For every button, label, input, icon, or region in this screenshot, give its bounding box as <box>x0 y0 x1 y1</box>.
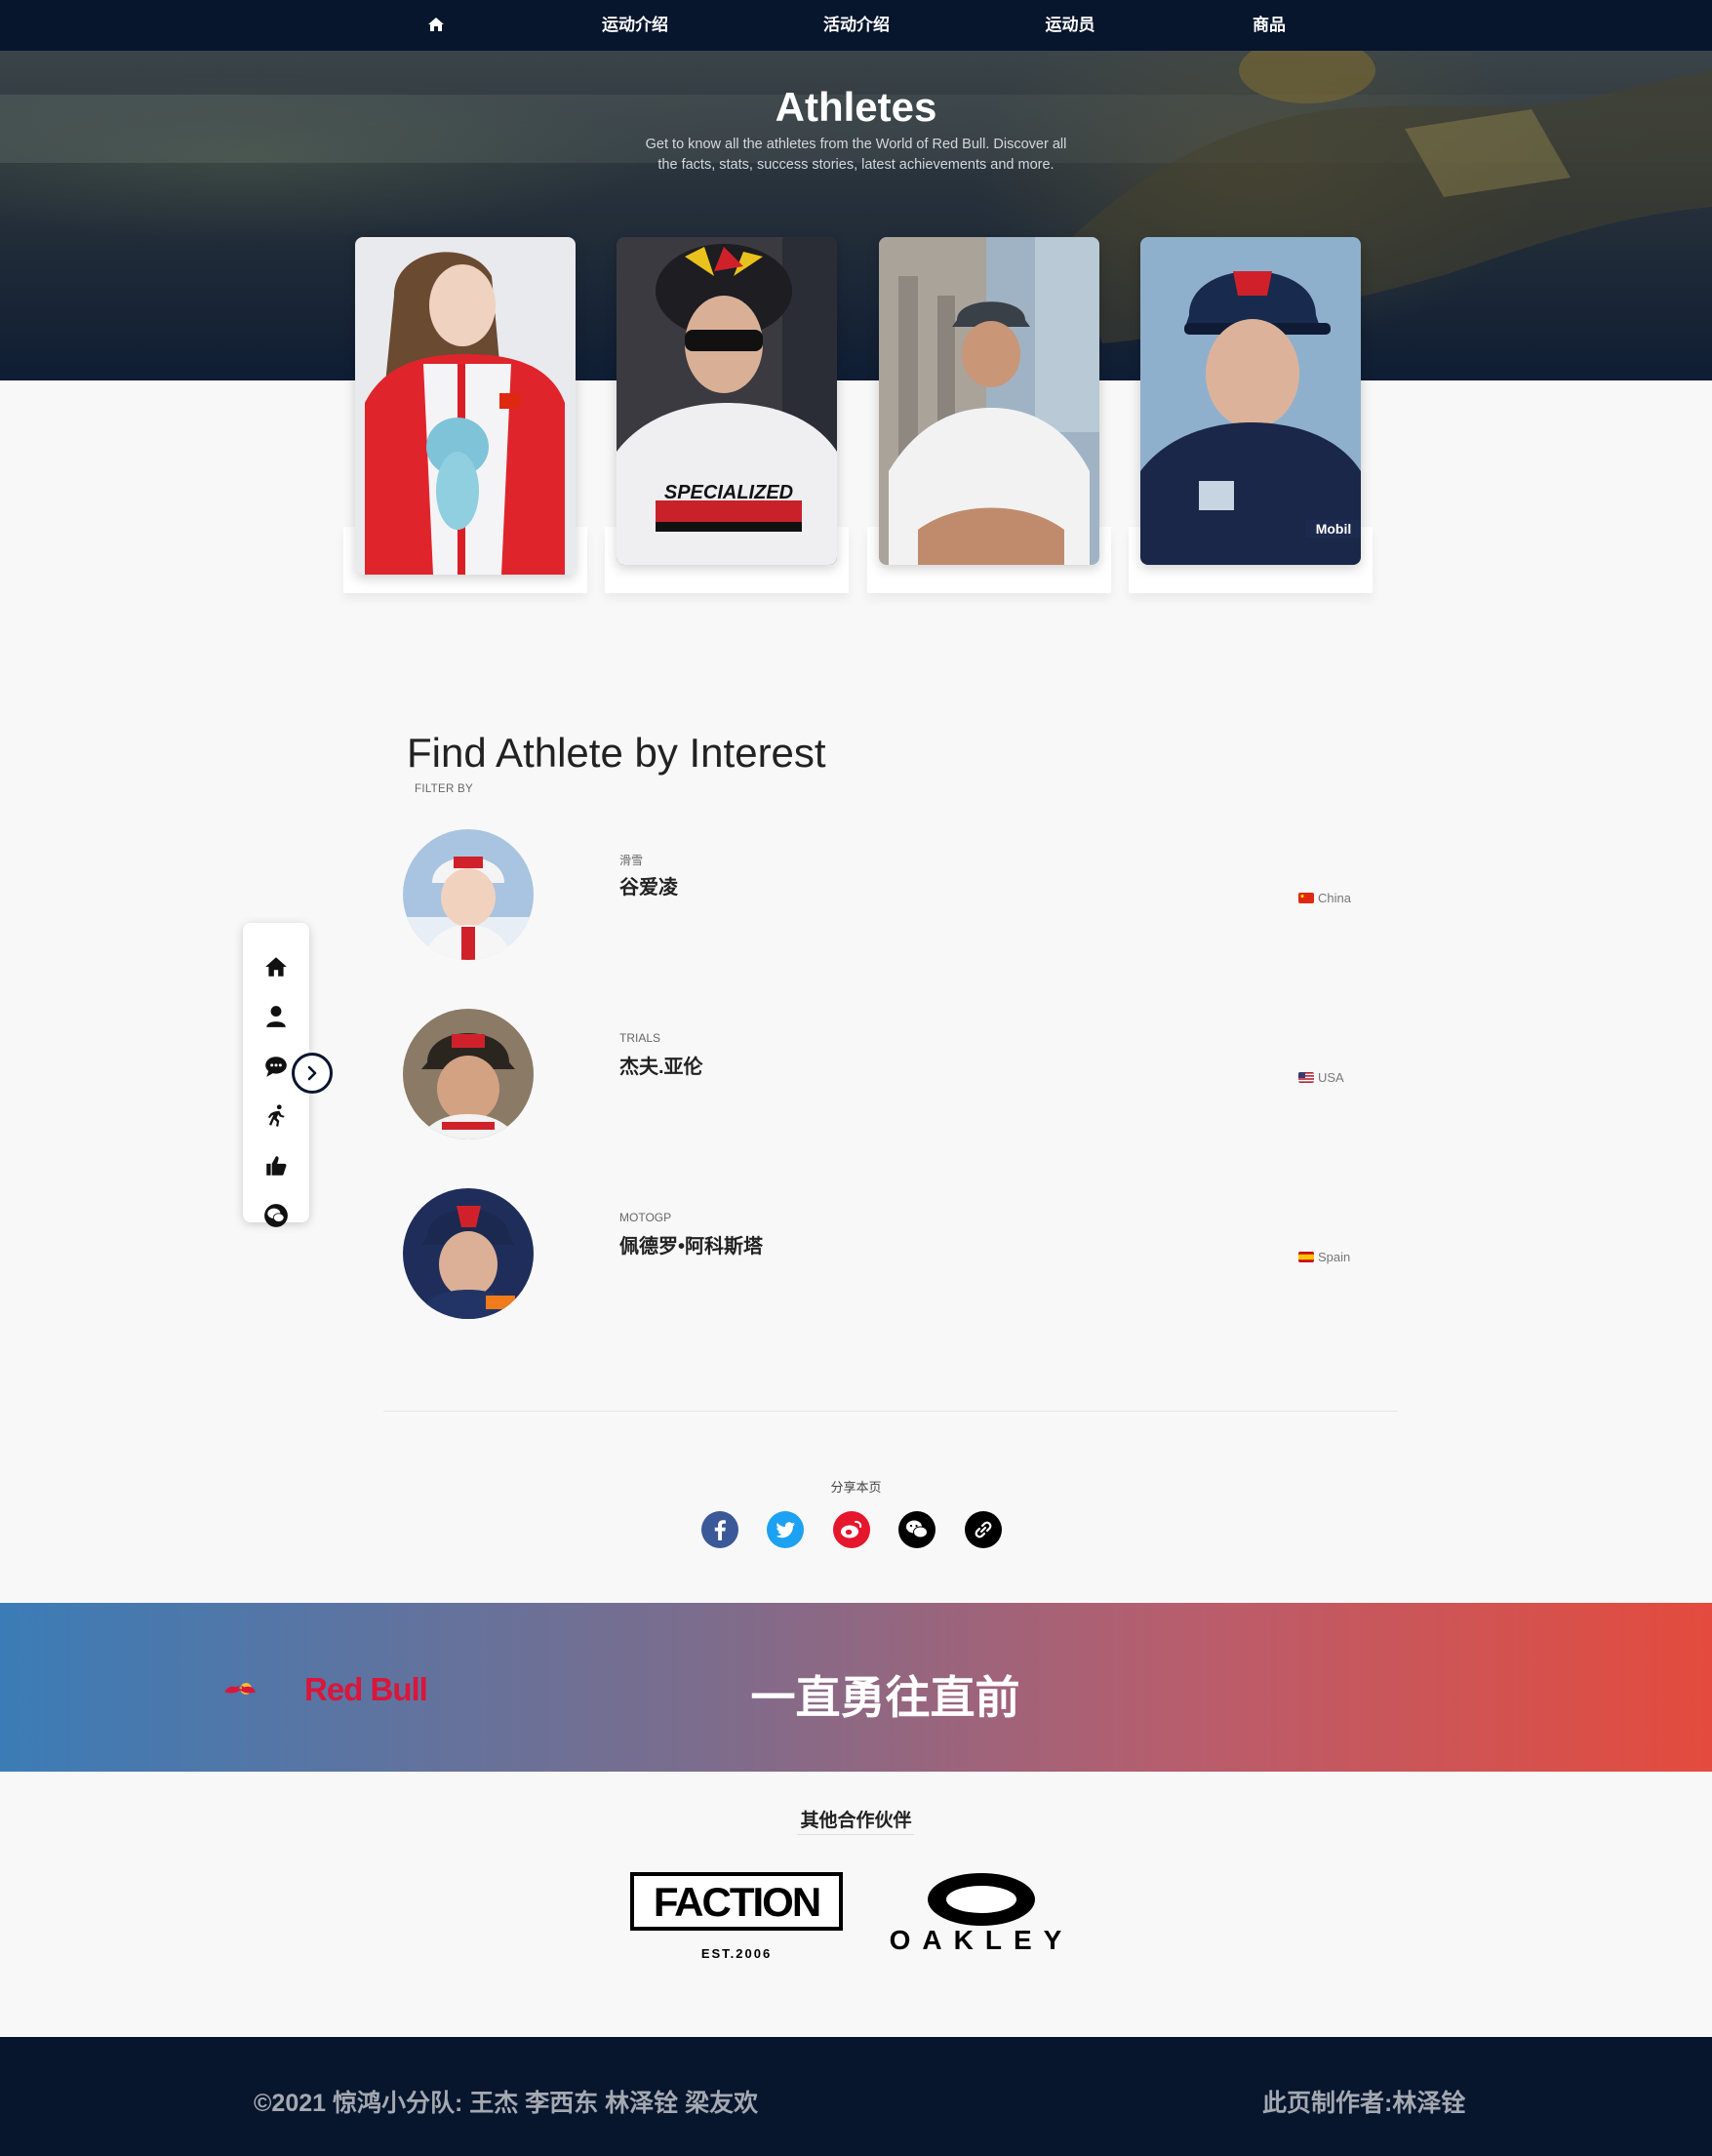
weibo-icon <box>833 1511 870 1548</box>
faction-logo[interactable]: FACTION EST.2006 <box>630 1872 843 1965</box>
sidebar-toggle-button[interactable] <box>292 1053 333 1094</box>
brand-banner: Red Bull 一直勇往直前 <box>0 1603 1712 1772</box>
hero-title: Athletes <box>775 84 937 130</box>
hero-banner: Athletes Get to know all the athletes fr… <box>0 51 1712 380</box>
nav-sports-intro[interactable]: 运动介绍 <box>602 0 668 51</box>
share-weibo-button[interactable] <box>833 1511 870 1548</box>
nav-products[interactable]: 商品 <box>1253 0 1286 51</box>
cn-flag-icon <box>1298 893 1314 903</box>
avatar <box>403 829 534 960</box>
share-label: 分享本页 <box>830 1480 882 1495</box>
athlete-name[interactable]: 杰夫.亚伦 <box>619 1051 703 1079</box>
faction-est-text: EST.2006 <box>700 1946 773 1961</box>
svg-text:SPECIALIZED: SPECIALIZED <box>664 482 793 503</box>
us-flag-icon <box>1298 1072 1314 1083</box>
nav-athletes[interactable]: 运动员 <box>1046 0 1095 51</box>
faction-logo-text: FACTION <box>653 1879 821 1925</box>
filter-section-title: Find Athlete by Interest <box>407 730 826 776</box>
partners-title: 其他合作伙伴 <box>800 1811 912 1831</box>
athlete-country-label: China <box>1318 891 1351 905</box>
avatar <box>403 1188 534 1319</box>
athlete-name[interactable]: 谷爱凌 <box>619 871 678 899</box>
sidebar-like[interactable] <box>243 1146 309 1185</box>
facebook-icon <box>701 1511 738 1548</box>
footer-author: 此页制作者:林泽铨 <box>1262 2090 1466 2117</box>
athlete-sport: TRIALS <box>619 1031 661 1045</box>
hero-subtitle: Get to know all the athletes from the Wo… <box>645 137 1067 173</box>
freestyle-skier-photo <box>355 237 576 575</box>
athlete-list-item[interactable]: MOTOGP 佩德罗•阿科斯塔 Spain <box>403 1188 1359 1319</box>
share-facebook-button[interactable] <box>701 1511 738 1548</box>
running-icon <box>267 1104 285 1127</box>
link-icon <box>965 1511 1002 1548</box>
athlete-card-skier[interactable] <box>355 237 576 575</box>
athlete-country: Spain <box>1298 1250 1350 1264</box>
athlete-cap-photo <box>879 237 1099 565</box>
athlete-country-label: Spain <box>1318 1250 1351 1264</box>
section-divider <box>383 1411 1398 1412</box>
athlete-list-item[interactable]: TRIALS 杰夫.亚伦 USA <box>403 1009 1359 1139</box>
athlete-country: USA <box>1298 1070 1344 1085</box>
nav-home[interactable] <box>427 0 445 51</box>
top-nav: 运动介绍 活动介绍 运动员 商品 <box>0 0 1712 51</box>
nav-events-intro[interactable]: 活动介绍 <box>823 0 890 51</box>
oakley-logo-text: OAKLEY <box>889 1925 1074 1955</box>
sidebar-sports[interactable] <box>243 1097 309 1136</box>
twitter-icon <box>767 1511 804 1548</box>
partners-underline <box>797 1834 914 1835</box>
user-icon <box>266 1006 286 1027</box>
chevron-right-icon <box>307 1065 317 1081</box>
athlete-list-item[interactable]: 滑雪 谷爱凌 China <box>403 829 1359 960</box>
athlete-country: China <box>1298 891 1351 905</box>
sidebar-home[interactable] <box>243 947 309 986</box>
home-icon <box>265 957 287 977</box>
es-flag-icon <box>1298 1252 1314 1262</box>
athlete-sport: MOTOGP <box>619 1211 672 1224</box>
thumbs-up-icon <box>266 1156 287 1176</box>
athlete-sport: 滑雪 <box>619 854 644 867</box>
avatar <box>403 1009 534 1139</box>
cyclist-photo: SPECIALIZED <box>617 237 837 565</box>
wechat-icon <box>898 1511 936 1548</box>
page-footer: ©2021 惊鸿小分队: 王杰 李西东 林泽铨 梁友欢 此页制作者:林泽铨 <box>0 2037 1712 2156</box>
share-twitter-button[interactable] <box>767 1511 804 1548</box>
athlete-card-cap[interactable] <box>879 237 1099 565</box>
filter-by-label[interactable]: FILTER BY <box>415 783 473 795</box>
footer-credits: ©2021 惊鸿小分队: 王杰 李西东 林泽铨 梁友欢 <box>254 2090 759 2117</box>
share-wechat-button[interactable] <box>898 1511 936 1548</box>
athlete-country-label: USA <box>1318 1070 1344 1085</box>
athlete-card-f1[interactable]: Mobil <box>1140 237 1361 565</box>
athlete-card-cyclist[interactable]: SPECIALIZED <box>617 237 837 565</box>
share-link-button[interactable] <box>965 1511 1002 1548</box>
chat-icon <box>265 1057 287 1077</box>
oakley-logo[interactable]: OAKLEY <box>874 1872 1089 1955</box>
sidebar-user[interactable] <box>243 997 309 1036</box>
sidebar-wechat[interactable] <box>243 1196 309 1235</box>
home-icon <box>428 18 444 31</box>
wechat-icon <box>264 1204 288 1227</box>
f1-driver-photo: Mobil <box>1140 237 1361 565</box>
athlete-name[interactable]: 佩德罗•阿科斯塔 <box>619 1230 763 1258</box>
svg-text:Mobil: Mobil <box>1316 521 1352 537</box>
banner-slogan: 一直勇往直前 <box>750 1672 1020 1723</box>
